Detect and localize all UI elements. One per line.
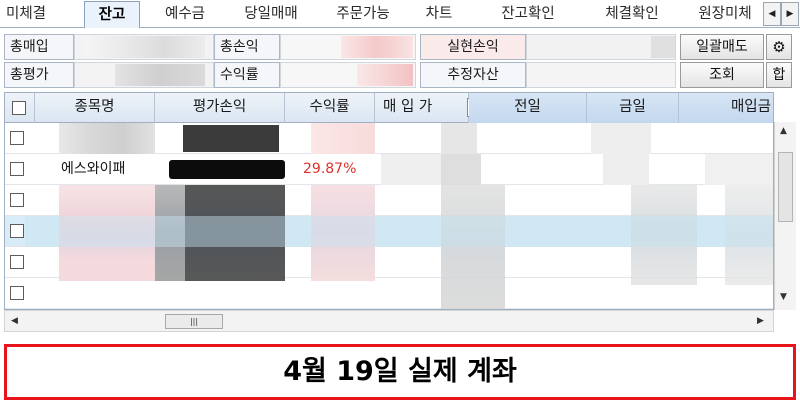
row-checkbox[interactable] bbox=[10, 224, 24, 238]
blurred-cell bbox=[381, 154, 441, 185]
return-value bbox=[280, 62, 416, 88]
col-buy-amount[interactable]: 매입금 bbox=[679, 93, 773, 123]
est-asset-value bbox=[526, 62, 676, 88]
tab-fill-check[interactable]: 체결확인 bbox=[584, 1, 680, 28]
total-eval-label: 총평가 bbox=[4, 62, 74, 88]
tab-chart[interactable]: 차트 bbox=[412, 1, 466, 28]
stock-name: 에스와이패 bbox=[61, 161, 126, 177]
est-asset-label: 추정자산 bbox=[420, 62, 526, 88]
scroll-down-icon[interactable]: ▼ bbox=[780, 292, 787, 302]
col-return-rate[interactable]: 수익률 bbox=[285, 93, 375, 123]
col-buy-price[interactable]: 매 입 가 ▼ bbox=[375, 93, 485, 123]
scroll-up-icon[interactable]: ▲ bbox=[780, 126, 787, 136]
table-row[interactable]: 에스와이패 29.87% bbox=[5, 154, 773, 185]
blurred-cell bbox=[311, 123, 375, 154]
tab-daily-trade[interactable]: 당일매매 bbox=[228, 1, 314, 28]
row-checkbox[interactable] bbox=[10, 255, 24, 269]
blurred-cell bbox=[705, 154, 773, 185]
tab-balance-check[interactable]: 잔고확인 bbox=[478, 1, 578, 28]
query-button[interactable]: 조회 bbox=[680, 62, 764, 88]
summary-panel: 총매입 총손익 실현손익 일괄매도 ⚙ 총평가 수익률 추정자산 조회 합 bbox=[4, 34, 800, 90]
scroll-right-icon[interactable]: ▶ bbox=[757, 316, 764, 326]
horizontal-scrollbar[interactable]: ◀ ||| ▶ bbox=[4, 310, 774, 332]
row-checkbox[interactable] bbox=[10, 162, 24, 176]
realized-pl-label: 실현손익 bbox=[420, 34, 526, 60]
total-buy-label: 총매입 bbox=[4, 34, 74, 60]
table-row[interactable] bbox=[5, 123, 773, 154]
col-buy-price-label: 매 입 가 bbox=[383, 99, 433, 115]
col-prev-day[interactable]: 전일 bbox=[469, 93, 587, 123]
sum-button[interactable]: 합 bbox=[766, 62, 792, 88]
select-all-checkbox[interactable] bbox=[12, 101, 26, 115]
total-pl-label: 총손익 bbox=[214, 34, 280, 60]
gear-icon[interactable]: ⚙ bbox=[766, 34, 792, 60]
holdings-grid: 종목명 평가손익 수익률 매 입 가 ▼ 전일 금일 매입금 에스와이패 29.… bbox=[4, 92, 774, 310]
blurred-cell bbox=[59, 123, 155, 154]
horizontal-scroll-thumb[interactable]: ||| bbox=[165, 314, 223, 329]
tab-next-arrow-icon[interactable]: ▶ bbox=[781, 2, 799, 26]
blurred-cell bbox=[603, 154, 649, 185]
tab-bar: 미체결 잔고 예수금 당일매매 주문가능 차트 잔고확인 체결확인 원장미체 ◀… bbox=[0, 0, 800, 28]
tab-prev-arrow-icon[interactable]: ◀ bbox=[763, 2, 781, 26]
col-stock-name[interactable]: 종목명 bbox=[35, 93, 155, 123]
realized-pl-value bbox=[526, 34, 676, 60]
sell-all-button[interactable]: 일괄매도 bbox=[680, 34, 764, 60]
grid-header: 종목명 평가손익 수익률 매 입 가 ▼ 전일 금일 매입금 bbox=[5, 93, 773, 123]
col-eval-pl[interactable]: 평가손익 bbox=[155, 93, 285, 123]
vertical-scroll-thumb[interactable] bbox=[778, 152, 793, 222]
tab-unfilled[interactable]: 미체결 bbox=[0, 1, 52, 28]
return-rate-value: 29.87% bbox=[303, 161, 357, 177]
tab-balance[interactable]: 잔고 bbox=[84, 1, 140, 28]
col-today[interactable]: 금일 bbox=[587, 93, 679, 123]
row-checkbox[interactable] bbox=[10, 131, 24, 145]
tab-ledger-unfilled[interactable]: 원장미체 bbox=[686, 1, 764, 28]
tab-orderable[interactable]: 주문가능 bbox=[320, 1, 406, 28]
redacted-eval-pl bbox=[169, 160, 285, 179]
blurred-cell bbox=[591, 123, 651, 154]
total-pl-value bbox=[280, 34, 416, 60]
row-checkbox[interactable] bbox=[10, 286, 24, 300]
blurred-cell bbox=[441, 123, 477, 154]
row-checkbox[interactable] bbox=[10, 193, 24, 207]
return-label: 수익률 bbox=[214, 62, 280, 88]
blurred-cell bbox=[441, 185, 505, 309]
header-select-all[interactable] bbox=[5, 93, 35, 123]
vertical-scrollbar[interactable]: ▲ ▼ bbox=[774, 122, 796, 310]
caption-banner: 4월 19일 실제 계좌 bbox=[4, 344, 796, 400]
tab-deposit[interactable]: 예수금 bbox=[150, 1, 220, 28]
selected-row-tint bbox=[25, 216, 773, 247]
total-eval-value bbox=[74, 62, 214, 88]
blurred-cell bbox=[441, 154, 481, 185]
total-buy-value bbox=[74, 34, 214, 60]
blurred-cell bbox=[183, 125, 279, 152]
scroll-left-icon[interactable]: ◀ bbox=[11, 316, 18, 326]
